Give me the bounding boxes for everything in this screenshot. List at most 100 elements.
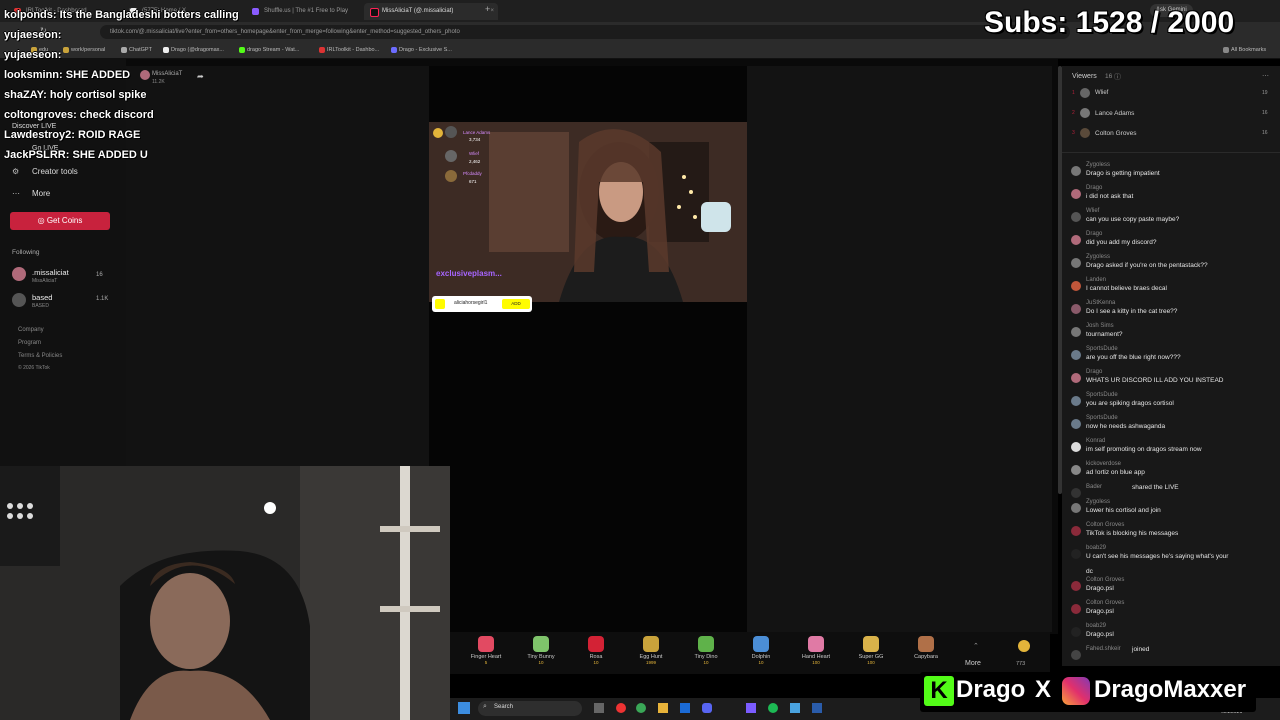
- discord-icon[interactable]: [702, 703, 712, 713]
- avatar[interactable]: [1071, 373, 1081, 383]
- chat-username[interactable]: Konrad: [1086, 438, 1105, 444]
- chat-username[interactable]: Colton Groves: [1086, 600, 1124, 606]
- avatar[interactable]: [12, 293, 26, 307]
- task-view-icon[interactable]: [594, 703, 604, 713]
- avatar[interactable]: [1071, 235, 1081, 245]
- all-bookmarks[interactable]: All Bookmarks: [1222, 42, 1266, 58]
- host-avatar[interactable]: [140, 70, 150, 80]
- avatar[interactable]: [1071, 650, 1081, 660]
- chat-username[interactable]: SportsDude: [1086, 346, 1118, 352]
- sidebar-item-more[interactable]: More: [32, 189, 50, 198]
- avatar[interactable]: [1071, 549, 1081, 559]
- gift-more-button[interactable]: More: [965, 660, 981, 667]
- app-icon[interactable]: [812, 703, 822, 713]
- avatar[interactable]: [1071, 581, 1081, 591]
- avatar[interactable]: [1071, 281, 1081, 291]
- gift-item[interactable]: Tiny Bunny 10: [516, 636, 566, 665]
- gift-price: 10: [538, 660, 544, 665]
- avatar[interactable]: [1071, 604, 1081, 614]
- app-icon[interactable]: [790, 703, 800, 713]
- chat-username[interactable]: Zygoless: [1086, 254, 1110, 260]
- chat-username[interactable]: Zygoless: [1086, 162, 1110, 168]
- avatar[interactable]: [1071, 627, 1081, 637]
- footer-program[interactable]: Program: [18, 340, 41, 346]
- bookmark-work[interactable]: work/personal: [62, 42, 105, 58]
- gift-item[interactable]: Dolphin 10: [736, 636, 786, 665]
- chat-username[interactable]: Landen: [1086, 277, 1106, 283]
- chat-username[interactable]: Drago: [1086, 231, 1102, 237]
- footer-company[interactable]: Company: [18, 327, 44, 333]
- chat-username[interactable]: Zygoless: [1086, 499, 1110, 505]
- following-item-based[interactable]: based: [32, 293, 52, 302]
- gift-item[interactable]: Rosa 10: [571, 636, 621, 665]
- following-item-missaliciat[interactable]: .missaliciat: [32, 268, 69, 277]
- share-icon[interactable]: ➦: [197, 72, 204, 81]
- spotify-icon[interactable]: [768, 703, 778, 713]
- coin-icon[interactable]: [1018, 640, 1030, 652]
- new-tab-button[interactable]: +: [485, 4, 490, 14]
- gift-item[interactable]: Egg Hunt 1999: [626, 636, 676, 665]
- chat-message: tournament?: [1086, 331, 1123, 338]
- chat-panel: Viewers 16 ⓘ ⋯ 1 Wlief 19 2 Lance Adams …: [1062, 66, 1280, 666]
- chrome-icon[interactable]: [636, 703, 646, 713]
- chat-username[interactable]: Colton Groves: [1086, 577, 1124, 583]
- chat-username[interactable]: boab29: [1086, 545, 1106, 551]
- folder-icon[interactable]: [658, 703, 668, 713]
- avatar[interactable]: [1071, 212, 1081, 222]
- chat-username[interactable]: SportsDude: [1086, 415, 1118, 421]
- tab-shuffle[interactable]: Shuffle.us | The #1 Free to Play×: [246, 3, 379, 20]
- chat-username[interactable]: JuStKenna: [1086, 300, 1115, 306]
- bookmark-drago-x[interactable]: Drago (@dragomax...: [162, 42, 224, 58]
- avatar[interactable]: [1071, 327, 1081, 337]
- avatar[interactable]: [1071, 503, 1081, 513]
- chat-username[interactable]: Colton Groves: [1086, 522, 1124, 528]
- chevron-up-icon[interactable]: ⌃: [973, 642, 979, 650]
- chat-username[interactable]: Bader: [1086, 484, 1102, 490]
- bookmark-drago-exclusive[interactable]: Drago - Exclusive S...: [390, 42, 452, 58]
- chat-username[interactable]: Fahed.shkeir: [1086, 646, 1121, 652]
- top-viewer-name: Lance Adams: [463, 130, 491, 135]
- get-coins-button[interactable]: ◎ Get Coins: [10, 212, 110, 230]
- info-icon[interactable]: ⓘ: [1114, 72, 1121, 82]
- gift-item[interactable]: Tiny Dino 10: [681, 636, 731, 665]
- bookmark-drago-stream[interactable]: drago Stream - Wat...: [238, 42, 299, 58]
- avatar[interactable]: [1071, 442, 1081, 452]
- avatar[interactable]: [1071, 526, 1081, 536]
- bookmark-irltoolkit[interactable]: IRLToolkit - Dashbo...: [318, 42, 379, 58]
- chat-username[interactable]: Josh Sims: [1086, 323, 1114, 329]
- live-video[interactable]: Lance Adams 3,734 Wlief 2,462 Pfcdaddy 6…: [429, 122, 747, 302]
- app-icon[interactable]: [616, 703, 626, 713]
- avatar[interactable]: [1071, 419, 1081, 429]
- close-icon[interactable]: ×: [490, 3, 494, 20]
- app-icon[interactable]: [746, 703, 756, 713]
- avatar[interactable]: [1071, 396, 1081, 406]
- chat-username[interactable]: SportsDude: [1086, 392, 1118, 398]
- chat-username[interactable]: Wlief: [1086, 208, 1099, 214]
- more-icon[interactable]: ⋯: [1262, 72, 1269, 80]
- gift-item[interactable]: Hand Heart 100: [791, 636, 841, 665]
- footer-terms[interactable]: Terms & Policies: [18, 353, 62, 359]
- gift-item[interactable]: Finger Heart 5: [461, 636, 511, 665]
- avatar[interactable]: [1071, 488, 1081, 498]
- taskbar-search[interactable]: ⌕ Search: [478, 701, 582, 716]
- gift-item[interactable]: Super GG 100: [846, 636, 896, 665]
- tab-missaliciat[interactable]: MissAliciaT (@.missaliciat) ×: [364, 3, 498, 20]
- sidebar-item-creator-tools[interactable]: Creator tools: [32, 167, 78, 176]
- chat-username[interactable]: kickoverdose: [1086, 461, 1121, 467]
- windows-start-icon[interactable]: [458, 702, 470, 714]
- avatar[interactable]: [1071, 258, 1081, 268]
- avatar[interactable]: [1071, 465, 1081, 475]
- chat-username[interactable]: boab29: [1086, 623, 1106, 629]
- gift-icon: [918, 636, 934, 652]
- chat-username[interactable]: Drago: [1086, 369, 1102, 375]
- bookmark-chatgpt[interactable]: ChatGPT: [120, 42, 152, 58]
- steam-icon[interactable]: [680, 703, 690, 713]
- avatar[interactable]: [12, 267, 26, 281]
- avatar[interactable]: [1071, 304, 1081, 314]
- avatar[interactable]: [1071, 166, 1081, 176]
- avatar[interactable]: [1071, 350, 1081, 360]
- gift-item[interactable]: Capybara: [901, 636, 951, 660]
- avatar[interactable]: [1071, 189, 1081, 199]
- chat-username[interactable]: Drago: [1086, 185, 1102, 191]
- url-bar[interactable]: tiktok.com/@.missaliciat/live?enter_from…: [100, 25, 1070, 39]
